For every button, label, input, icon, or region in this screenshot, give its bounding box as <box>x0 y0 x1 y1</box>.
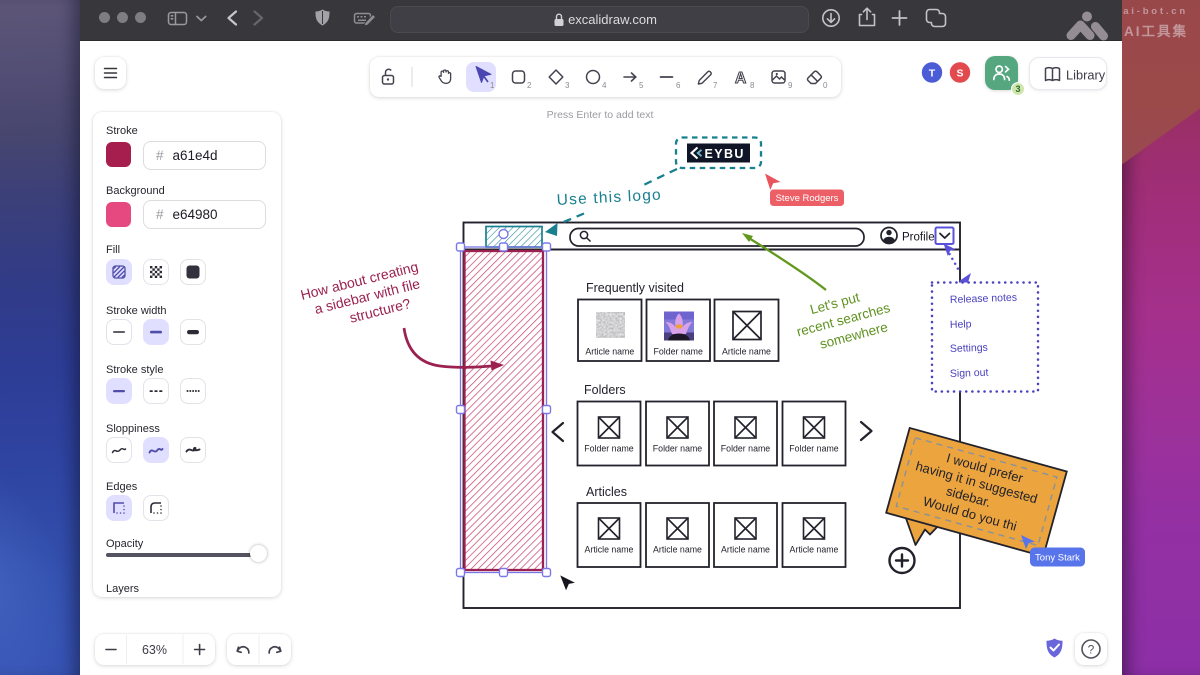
svg-text:1: 1 <box>490 81 495 90</box>
svg-text:A: A <box>735 70 746 87</box>
svg-text:Library: Library <box>1066 68 1106 83</box>
svg-text:0: 0 <box>823 81 828 90</box>
svg-text:T: T <box>929 68 936 80</box>
svg-text:9: 9 <box>788 81 793 90</box>
svg-text:3: 3 <box>565 81 570 90</box>
svg-text:2: 2 <box>527 81 532 90</box>
svg-text:8: 8 <box>750 81 755 90</box>
svg-text:S: S <box>956 68 963 80</box>
svg-text:63%: 63% <box>142 643 167 657</box>
svg-text:5: 5 <box>639 81 644 90</box>
svg-text:4: 4 <box>602 81 607 90</box>
svg-text:?: ? <box>1088 643 1095 657</box>
svg-text:7: 7 <box>713 81 718 90</box>
svg-text:6: 6 <box>676 81 681 90</box>
